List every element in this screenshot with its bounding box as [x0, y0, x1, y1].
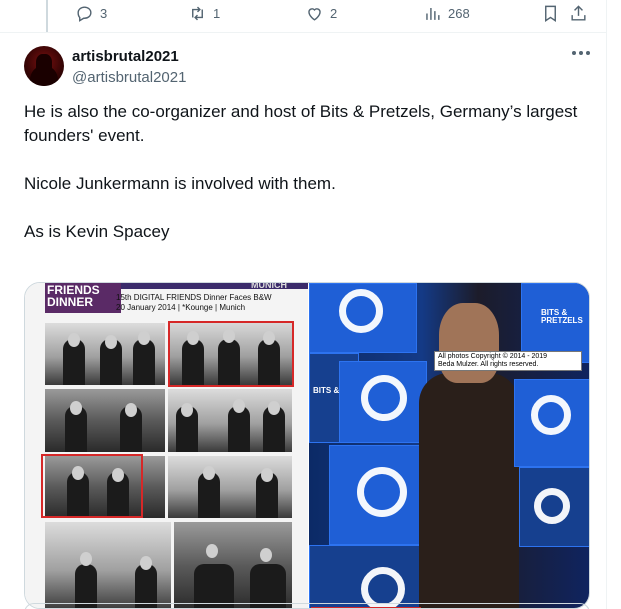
highlight-frame — [41, 454, 143, 518]
brand-label: BITS & PRETZELS — [541, 308, 583, 325]
event-subtitle-line1: 15th DIGITAL FRIENDS Dinner Faces B&W — [116, 293, 272, 302]
reply-icon — [77, 6, 92, 22]
copyright-notice: All photos Copyright © 2014 - 2019 Beda … — [434, 351, 582, 371]
reply-button[interactable]: 3 — [75, 4, 107, 23]
bookmark-button[interactable] — [541, 4, 560, 23]
collage-photo — [45, 522, 171, 608]
views-count: 268 — [448, 6, 470, 21]
pretzel-logo-icon — [339, 289, 383, 333]
collage-photo — [45, 323, 165, 385]
media-attachment[interactable]: FRIENDS DINNER MUNICH 15th DIGITAL FRIEN… — [24, 282, 590, 609]
collage-photo — [168, 389, 292, 452]
friends-dinner-collage-image[interactable]: FRIENDS DINNER MUNICH 15th DIGITAL FRIEN… — [25, 282, 308, 608]
reply-count: 3 — [100, 6, 108, 21]
retweet-icon — [192, 6, 203, 21]
share-icon — [571, 5, 586, 21]
like-count: 2 — [330, 6, 338, 21]
copyright-line1: All photos Copyright © 2014 - 2019 — [438, 353, 548, 360]
previous-tweet-action-bar: 3 1 2 268 — [0, 0, 607, 28]
display-name[interactable]: artisbrutal2021 — [72, 48, 179, 65]
pretzel-logo-icon — [531, 395, 571, 435]
collage-photo — [174, 522, 292, 608]
retweet-button[interactable]: 1 — [188, 4, 220, 23]
views-button[interactable]: 268 — [423, 4, 470, 23]
collage-photo — [45, 389, 165, 452]
event-title: FRIENDS DINNER — [47, 283, 100, 309]
more-icon[interactable] — [572, 51, 590, 57]
pretzel-logo-icon — [534, 488, 570, 524]
event-subtitle: 15th DIGITAL FRIENDS Dinner Faces B&W 20… — [116, 293, 306, 313]
bookmark-icon — [545, 5, 556, 22]
tweet-paragraph: Nicole Junkermann is involved with them. — [24, 174, 336, 193]
tweet-text: He is also the co-organizer and host of … — [24, 100, 599, 244]
like-button[interactable]: 2 — [305, 4, 337, 23]
share-button[interactable] — [569, 4, 588, 23]
views-icon — [426, 7, 440, 20]
avatar[interactable] — [24, 46, 64, 86]
pretzel-logo-icon — [357, 467, 407, 517]
tweet[interactable]: artisbrutal2021 @artisbrutal2021 He is a… — [0, 33, 607, 609]
retweet-count: 1 — [213, 6, 221, 21]
highlight-frame — [168, 321, 294, 387]
speaker-face — [439, 303, 499, 383]
bits-and-pretzels-stage-image[interactable]: BITS & PRETZELS BITS & PRETZELS All phot… — [309, 283, 589, 608]
event-subtitle-line2: 20 January 2014 | *Kounge | Munich — [116, 303, 246, 312]
tweet-paragraph: As is Kevin Spacey — [24, 222, 170, 241]
speaker-figure — [419, 373, 519, 608]
header-city: MUNICH — [251, 282, 287, 290]
copyright-line2: Beda Mulzer. All rights reserved. — [438, 361, 539, 368]
next-card-edge — [24, 603, 590, 609]
pretzel-logo-icon — [361, 375, 407, 421]
heart-icon — [308, 8, 321, 21]
collage-photo — [168, 456, 292, 518]
user-handle[interactable]: @artisbrutal2021 — [72, 69, 186, 86]
tweet-paragraph: He is also the co-organizer and host of … — [24, 102, 578, 145]
